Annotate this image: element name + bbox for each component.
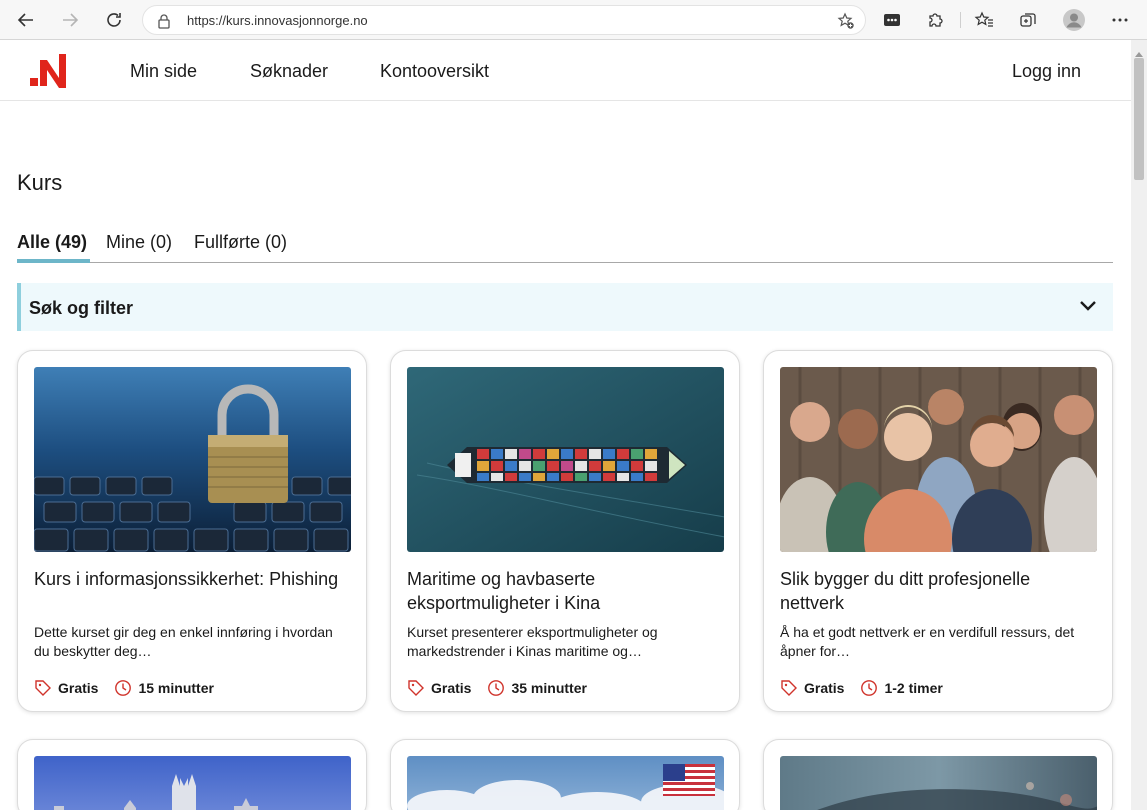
search-filter-toggle[interactable]: Søk og filter — [17, 283, 1113, 331]
course-title[interactable]: Maritime og havbaserte eksportmuligheter… — [407, 567, 725, 615]
course-description: Å ha et godt nettverk er en verdifull re… — [780, 624, 1075, 659]
scrollbar-thumb[interactable] — [1134, 58, 1144, 180]
course-duration: 1-2 timer — [884, 680, 943, 696]
us-flag-icon — [663, 764, 715, 796]
course-description: Dette kurset gir deg en enkel innføring … — [34, 624, 333, 659]
add-favorite-icon[interactable] — [837, 12, 855, 35]
course-card[interactable]: Slik bygger du ditt profesjonelle nettve… — [763, 350, 1113, 712]
tab-all[interactable]: Alle (49) — [17, 232, 87, 253]
extension-icon[interactable] — [880, 8, 904, 32]
course-image-padlock — [34, 367, 351, 552]
scroll-up-icon[interactable] — [1134, 45, 1144, 57]
price-tag-icon — [35, 680, 51, 696]
active-tab-indicator — [17, 259, 90, 263]
lock-icon — [157, 13, 171, 34]
puzzle-icon[interactable] — [924, 8, 948, 32]
course-image-blurred — [780, 756, 1097, 810]
course-image-people-group — [780, 367, 1097, 552]
course-meta: Gratis 35 minutter — [407, 678, 603, 698]
url-text: https://kurs.innovasjonnorge.no — [187, 13, 368, 28]
clock-icon — [115, 680, 132, 696]
course-meta: Gratis 15 minutter — [34, 678, 230, 698]
course-price: Gratis — [804, 680, 845, 696]
course-image-container-ship — [407, 367, 724, 552]
course-price: Gratis — [431, 680, 472, 696]
course-duration: 15 minutter — [138, 680, 214, 696]
refresh-icon[interactable] — [100, 6, 128, 34]
tab-completed[interactable]: Fullførte (0) — [194, 232, 287, 253]
course-title[interactable]: Kurs i informasjonssikkerhet: Phishing — [34, 567, 352, 591]
course-card[interactable]: Maritime og havbaserte eksportmuligheter… — [390, 350, 740, 712]
more-icon[interactable] — [1108, 8, 1132, 32]
collections-icon[interactable] — [1016, 8, 1040, 32]
clock-icon — [488, 680, 505, 696]
course-description: Kurset presenterer eksportmuligheter og … — [407, 624, 658, 659]
chevron-down-icon — [1079, 299, 1097, 317]
tab-mine[interactable]: Mine (0) — [106, 232, 172, 253]
course-meta: Gratis 1-2 timer — [780, 678, 959, 698]
nav-kontooversikt[interactable]: Kontooversikt — [380, 61, 489, 82]
course-card[interactable]: Kurs i informasjonssikkerhet: Phishing D… — [17, 350, 367, 712]
course-card[interactable] — [390, 739, 740, 810]
filter-label: Søk og filter — [29, 298, 134, 318]
course-duration: 35 minutter — [511, 680, 587, 696]
address-bar[interactable]: https://kurs.innovasjonnorge.no — [142, 5, 866, 35]
back-arrow-icon[interactable] — [12, 6, 40, 34]
course-card[interactable] — [763, 739, 1113, 810]
clock-icon — [861, 680, 878, 696]
course-price: Gratis — [58, 680, 99, 696]
site-header: Min side Søknader Kontooversikt Logg inn — [0, 40, 1131, 101]
course-tabs: Alle (49) Mine (0) Fullførte (0) — [17, 230, 1113, 263]
course-image-cathedral — [34, 756, 351, 810]
price-tag-icon — [781, 680, 797, 696]
course-title[interactable]: Slik bygger du ditt profesjonelle nettve… — [780, 567, 1098, 615]
profile-icon[interactable] — [1062, 8, 1086, 32]
page-title: Kurs — [17, 170, 63, 195]
nav-min-side[interactable]: Min side — [130, 61, 197, 82]
favorites-icon[interactable] — [972, 8, 996, 32]
toolbar-separator — [960, 12, 961, 28]
nav-soknader[interactable]: Søknader — [250, 61, 328, 82]
course-card[interactable] — [17, 739, 367, 810]
price-tag-icon — [408, 680, 424, 696]
course-image-clouds — [407, 756, 724, 810]
login-link[interactable]: Logg inn — [1012, 61, 1081, 82]
forward-arrow-icon[interactable] — [56, 6, 84, 34]
brand-logo[interactable] — [30, 52, 68, 88]
browser-toolbar: https://kurs.innovasjonnorge.no — [0, 0, 1147, 40]
